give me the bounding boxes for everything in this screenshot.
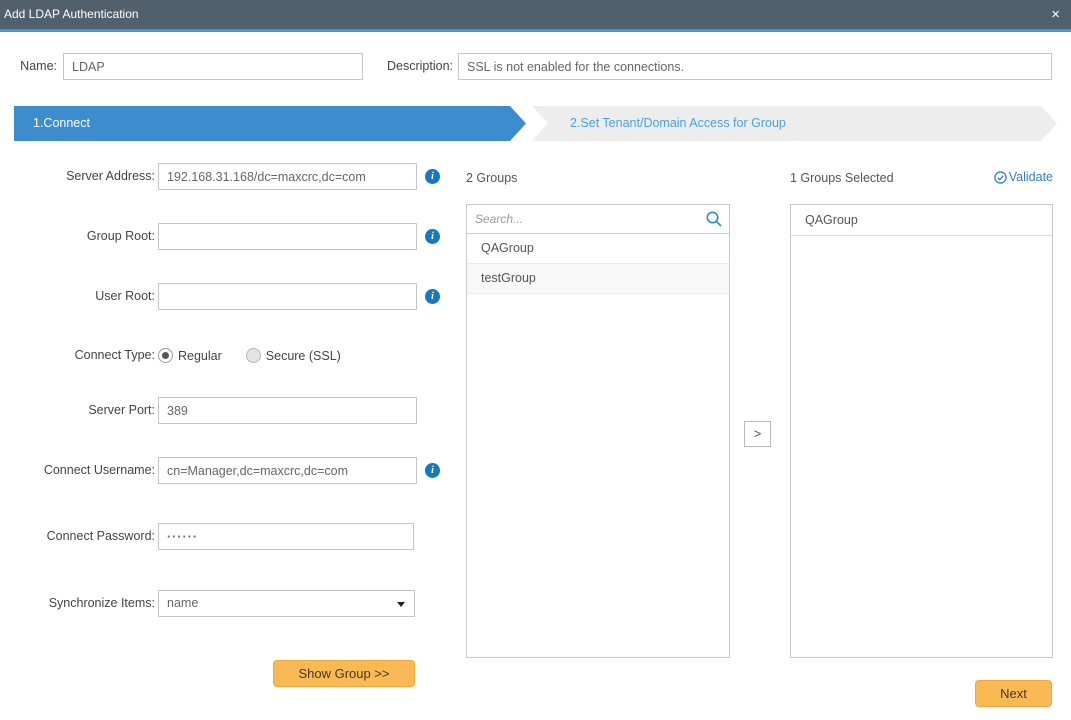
move-right-button[interactable]: > <box>744 421 771 447</box>
step-tenant-domain-access[interactable]: 2.Set Tenant/Domain Access for Group <box>532 106 1057 141</box>
dialog-titlebar: Add LDAP Authentication × <box>0 0 1071 32</box>
list-item[interactable]: testGroup <box>467 264 729 294</box>
step-connect[interactable]: 1.Connect <box>14 106 526 141</box>
group-root-input[interactable] <box>158 223 417 250</box>
add-ldap-authentication-dialog: Add LDAP Authentication × Name: Descript… <box>0 0 1071 720</box>
server-port-label: Server Port: <box>0 397 155 424</box>
validate-label: Validate <box>1009 170 1053 184</box>
user-root-label: User Root: <box>0 283 155 310</box>
connect-type-radio-group: Regular Secure (SSL) <box>158 342 341 369</box>
available-groups-list: QAGroup testGroup <box>466 204 730 658</box>
name-input[interactable] <box>63 53 363 80</box>
dialog-title: Add LDAP Authentication <box>0 0 1071 29</box>
server-address-input[interactable] <box>158 163 417 190</box>
radio-secure-ssl[interactable] <box>246 348 261 363</box>
connect-username-input[interactable] <box>158 457 417 484</box>
connect-username-info-icon[interactable]: i <box>425 463 440 478</box>
group-search-row <box>467 205 729 234</box>
connect-type-label: Connect Type: <box>0 342 155 369</box>
description-input[interactable] <box>458 53 1052 80</box>
radio-regular-label[interactable]: Regular <box>178 349 222 363</box>
selected-groups-list: QAGroup <box>790 204 1053 658</box>
connect-password-input[interactable] <box>158 523 414 550</box>
description-label: Description: <box>340 53 453 80</box>
check-circle-icon <box>994 171 1007 184</box>
validate-link[interactable]: Validate <box>994 170 1053 184</box>
user-root-info-icon[interactable]: i <box>425 289 440 304</box>
list-item[interactable]: QAGroup <box>791 205 1052 236</box>
connect-username-label: Connect Username: <box>0 457 155 484</box>
radio-regular-dot <box>162 352 169 359</box>
group-root-info-icon[interactable]: i <box>425 229 440 244</box>
available-groups-count: 2 Groups <box>466 171 517 185</box>
synchronize-items-value: name <box>167 596 198 610</box>
radio-secure-ssl-label[interactable]: Secure (SSL) <box>266 349 341 363</box>
name-label: Name: <box>0 53 57 80</box>
connect-password-label: Connect Password: <box>0 523 155 550</box>
server-port-input[interactable] <box>158 397 417 424</box>
wizard-steps: 1.Connect 2.Set Tenant/Domain Access for… <box>14 106 1057 141</box>
chevron-down-icon <box>397 602 405 607</box>
server-address-info-icon[interactable]: i <box>425 169 440 184</box>
list-item[interactable]: QAGroup <box>467 234 729 264</box>
server-address-label: Server Address: <box>0 163 155 190</box>
radio-regular[interactable] <box>158 348 173 363</box>
selected-groups-count: 1 Groups Selected <box>790 171 894 185</box>
close-icon[interactable]: × <box>1051 0 1060 29</box>
group-search-input[interactable] <box>467 205 729 233</box>
synchronize-items-dropdown[interactable]: name <box>158 590 415 617</box>
group-root-label: Group Root: <box>0 223 155 250</box>
show-group-button[interactable]: Show Group >> <box>273 660 415 687</box>
synchronize-items-label: Synchronize Items: <box>0 590 155 617</box>
search-icon[interactable] <box>705 210 723 228</box>
user-root-input[interactable] <box>158 283 417 310</box>
next-button[interactable]: Next <box>975 680 1052 707</box>
